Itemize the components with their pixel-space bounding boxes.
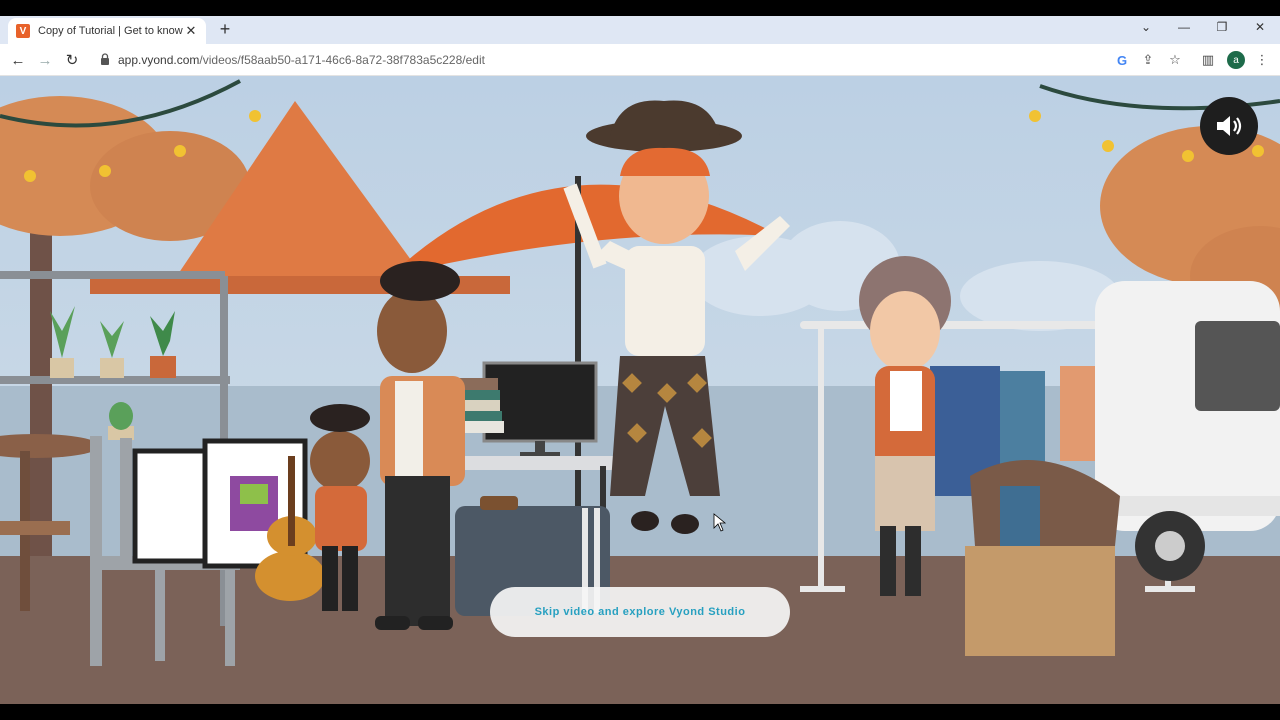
tab-search-chevron-icon[interactable]: ⌄ [1136,20,1156,34]
new-tab-button[interactable]: + [216,19,234,39]
google-translate-icon[interactable]: G [1112,50,1132,70]
reload-button[interactable]: ↻ [62,50,82,70]
url-path: /videos/f58aab50-a171-46c6-8a72-38f783a5… [199,53,485,67]
sound-toggle-button[interactable] [1200,97,1258,155]
side-panel-icon[interactable]: ▥ [1198,50,1218,70]
restore-button[interactable]: ❐ [1212,20,1232,34]
tab-close-icon[interactable]: ✕ [184,23,198,39]
cardboard-box [965,460,1120,656]
speaker-icon [1217,116,1242,136]
browser-toolbar: ← → ↻ app.vyond.com/videos/f58aab50-a171… [0,44,1280,76]
profile-avatar[interactable]: a [1227,51,1245,69]
browser-menu-icon[interactable]: ⋮ [1252,50,1272,70]
minimize-button[interactable]: — [1174,20,1194,34]
top-black-bar [0,0,1280,16]
skip-video-button[interactable]: Skip video and explore Vyond Studio [490,587,790,637]
video-player[interactable]: Skip video and explore Vyond Studio [0,76,1280,704]
forward-button[interactable]: → [35,50,55,70]
share-icon[interactable]: ⇪ [1138,50,1158,70]
vyond-favicon-icon: V [16,24,30,38]
tab-strip: V Copy of Tutorial | Get to know V ✕ + ⌄… [0,16,1280,44]
url-host: app.vyond.com [118,53,200,67]
address-bar[interactable]: app.vyond.com/videos/f58aab50-a171-46c6-… [118,53,485,67]
lock-icon[interactable] [100,53,110,65]
browser-tab[interactable]: V Copy of Tutorial | Get to know V ✕ [8,18,206,44]
tab-title: Copy of Tutorial | Get to know V [38,25,184,37]
bookmark-star-icon[interactable]: ☆ [1165,50,1185,70]
close-window-button[interactable]: ✕ [1250,20,1270,34]
bottom-black-bar [0,704,1280,720]
back-button[interactable]: ← [8,50,28,70]
